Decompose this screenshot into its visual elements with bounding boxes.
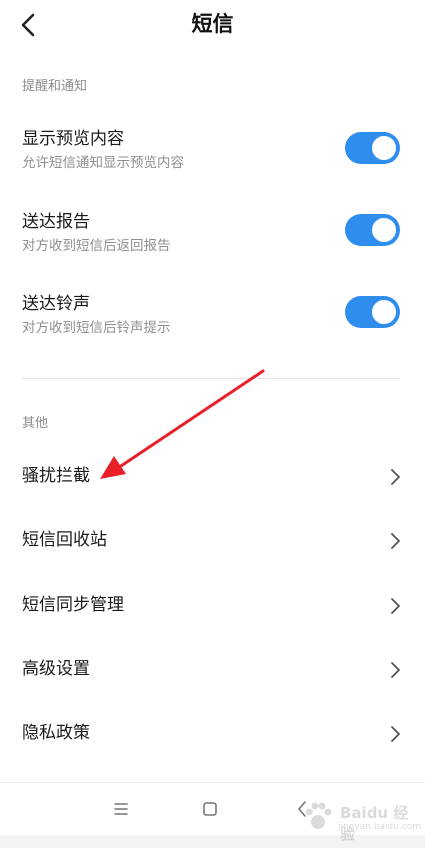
setting-title: 送达报告: [22, 212, 90, 232]
chevron-right-icon: [391, 533, 400, 549]
setting-row-delivery-report[interactable]: 送达报告 对方收到短信后返回报告: [0, 210, 425, 280]
watermark-subtext: jingyan.baidu.com: [338, 822, 422, 832]
setting-row-preview[interactable]: 显示预览内容 允许短信通知显示预览内容: [0, 127, 425, 197]
setting-subtitle: 对方收到短信后铃声提示: [22, 320, 171, 336]
menu-button[interactable]: [108, 796, 134, 822]
toggle-knob: [372, 300, 396, 324]
nav-item-label: 短信同步管理: [22, 595, 124, 615]
chevron-right-icon: [391, 598, 400, 614]
chevron-right-icon: [391, 469, 400, 485]
page-title: 短信: [191, 12, 234, 36]
chevron-right-icon: [391, 726, 400, 742]
preview-toggle-switch[interactable]: [345, 132, 400, 164]
nav-item-spam-block[interactable]: 骚扰拦截: [0, 452, 425, 502]
nav-item-advanced-settings[interactable]: 高级设置: [0, 645, 425, 695]
setting-subtitle: 允许短信通知显示预览内容: [22, 155, 184, 171]
chevron-right-icon: [391, 662, 400, 678]
home-square-icon: [203, 802, 217, 816]
section-divider: [22, 378, 400, 379]
menu-icon: [114, 803, 128, 815]
nav-item-label: 高级设置: [22, 659, 90, 679]
paw-logo-icon: [305, 802, 332, 829]
section-title-notifications: 提醒和通知: [22, 79, 88, 94]
section-title-other: 其他: [22, 416, 49, 431]
setting-title: 送达铃声: [22, 294, 90, 314]
setting-row-delivery-sound[interactable]: 送达铃声 对方收到短信后铃声提示: [0, 292, 425, 362]
app-header: 短信: [0, 0, 425, 50]
nav-item-label: 短信回收站: [22, 530, 107, 550]
home-button[interactable]: [197, 796, 223, 822]
watermark: Baidu 经验 jingyan.baidu.com: [300, 798, 421, 843]
setting-subtitle: 对方收到短信后返回报告: [22, 238, 171, 254]
nav-item-recycle-bin[interactable]: 短信回收站: [0, 516, 425, 566]
toggle-knob: [372, 218, 396, 242]
setting-title: 显示预览内容: [22, 129, 124, 149]
nav-item-label: 隐私政策: [22, 723, 90, 743]
nav-item-privacy-policy[interactable]: 隐私政策: [0, 709, 425, 759]
nav-item-sync-management[interactable]: 短信同步管理: [0, 581, 425, 631]
nav-item-label: 骚扰拦截: [22, 466, 90, 486]
delivery-sound-toggle-switch[interactable]: [345, 296, 400, 328]
delivery-report-toggle-switch[interactable]: [345, 214, 400, 246]
toggle-knob: [372, 136, 396, 160]
